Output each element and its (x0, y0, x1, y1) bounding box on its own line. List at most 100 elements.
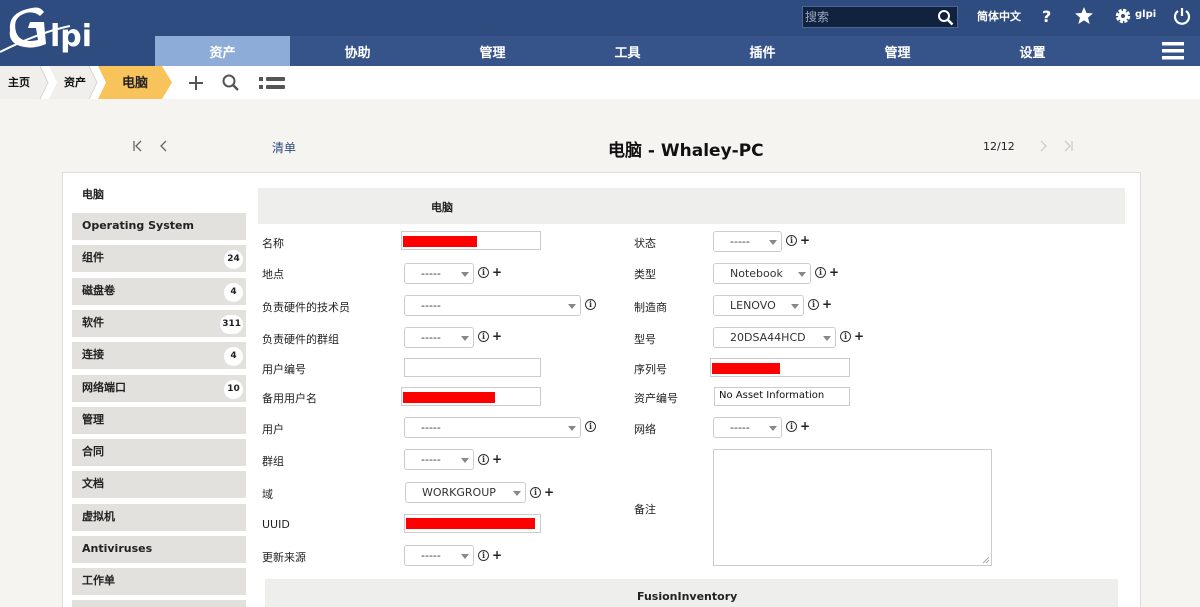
tab-virtual-machines[interactable]: 虚拟机 (72, 504, 246, 531)
add-icon[interactable]: + (544, 486, 554, 498)
chevron-down-icon (568, 426, 576, 431)
info-icon[interactable]: i (786, 235, 797, 246)
tab-label: 文档 (82, 477, 104, 490)
tab-count-badge: 311 (220, 315, 243, 334)
add-icon[interactable]: + (854, 330, 864, 342)
alt-user-field[interactable] (401, 387, 541, 406)
user-select[interactable]: ----- (404, 417, 581, 438)
asset-number-field[interactable]: No Asset Information (714, 387, 850, 406)
tab-label: 连接 (82, 348, 104, 361)
tab-connections[interactable]: 连接 4 (72, 342, 246, 369)
add-icon[interactable]: + (800, 420, 810, 432)
add-icon[interactable] (186, 73, 206, 93)
breadcrumb-home[interactable]: 主页 (8, 66, 30, 99)
menu-assets[interactable]: 资产 (155, 36, 290, 66)
info-icon[interactable]: i (815, 267, 826, 278)
list-link[interactable]: 清单 (272, 139, 296, 156)
menu-tools[interactable]: 工具 (560, 36, 695, 66)
manufacturer-select[interactable]: LENOVO (713, 295, 804, 316)
hamburger-menu-icon[interactable] (1162, 42, 1184, 60)
tech-user-select[interactable]: ----- (404, 295, 581, 316)
menu-setup[interactable]: 设置 (965, 36, 1100, 66)
model-select[interactable]: 20DSA44HCD (713, 327, 836, 348)
tab-software[interactable]: 软件 311 (72, 310, 246, 337)
menu-administration[interactable]: 管理 (830, 36, 965, 66)
manufacturer-label: 制造商 (634, 301, 667, 314)
first-page-icon[interactable] (132, 139, 144, 153)
resize-handle-icon[interactable] (982, 556, 990, 564)
add-icon[interactable]: + (829, 266, 839, 278)
tab-contracts[interactable]: 合同 (72, 439, 246, 466)
info-icon[interactable]: i (808, 299, 819, 310)
previous-page-icon[interactable] (158, 139, 170, 153)
tab-components[interactable]: 组件 24 (72, 245, 246, 272)
domain-label: 域 (262, 488, 273, 501)
tab-operating-system[interactable]: Operating System (72, 213, 246, 240)
info-icon[interactable]: i (478, 267, 489, 278)
gear-icon[interactable] (1113, 6, 1133, 26)
search-input[interactable] (805, 9, 933, 25)
add-icon[interactable]: + (492, 453, 502, 465)
list-icon[interactable] (258, 73, 286, 93)
info-icon[interactable]: i (840, 331, 851, 342)
info-icon[interactable]: i (530, 487, 541, 498)
location-select[interactable]: ----- (404, 263, 474, 284)
info-icon[interactable]: i (478, 331, 489, 342)
tech-user-label: 负责硬件的技术员 (262, 301, 350, 314)
tab-volumes[interactable]: 磁盘卷 4 (72, 278, 246, 305)
select-value: ----- (421, 267, 441, 280)
serial-field[interactable] (710, 358, 850, 377)
add-icon[interactable]: + (492, 549, 502, 561)
chevron-down-icon (461, 458, 469, 463)
user-name[interactable]: glpi (1135, 9, 1156, 20)
language-selector[interactable]: 简体中文 (977, 8, 1021, 24)
tab-more[interactable] (72, 600, 246, 607)
domain-select[interactable]: WORKGROUP (405, 482, 526, 503)
glpi-logo[interactable]: lpi (0, 0, 155, 66)
menu-assistance[interactable]: 协助 (290, 36, 425, 66)
tech-group-select[interactable]: ----- (404, 327, 474, 348)
star-icon[interactable] (1074, 6, 1094, 26)
search-icon[interactable] (221, 73, 241, 93)
network-select[interactable]: ----- (713, 417, 782, 438)
add-icon[interactable]: + (800, 234, 810, 246)
breadcrumb-current[interactable]: 电脑 (98, 66, 173, 99)
tab-antiviruses[interactable]: Antiviruses (72, 536, 246, 563)
user-number-field[interactable] (404, 358, 541, 377)
tab-tickets[interactable]: 工作单 (72, 568, 246, 595)
chevron-down-icon (568, 304, 576, 309)
info-icon[interactable]: i (585, 421, 596, 432)
info-icon[interactable]: i (585, 299, 596, 310)
name-field[interactable] (401, 231, 541, 250)
select-value: ----- (730, 421, 750, 434)
tab-computer[interactable]: 电脑 (72, 182, 246, 209)
field-value: No Asset Information (719, 390, 825, 401)
add-icon[interactable]: + (492, 266, 502, 278)
breadcrumb-assets[interactable]: 资产 (64, 66, 86, 99)
chevron-down-icon (461, 272, 469, 277)
type-select[interactable]: Notebook (713, 263, 811, 284)
comments-textarea[interactable] (713, 449, 992, 566)
tab-management[interactable]: 管理 (72, 407, 246, 434)
info-icon[interactable]: i (478, 454, 489, 465)
add-icon[interactable]: + (492, 330, 502, 342)
user-number-label: 用户编号 (262, 363, 306, 376)
help-icon[interactable]: ? (1037, 6, 1057, 26)
tab-count-badge: 24 (224, 250, 243, 269)
tab-label: 管理 (82, 413, 104, 426)
info-icon[interactable]: i (786, 421, 797, 432)
uuid-field[interactable] (404, 514, 541, 533)
logout-icon[interactable] (1172, 6, 1192, 26)
menu-plugins[interactable]: 插件 (695, 36, 830, 66)
tab-documents[interactable]: 文档 (72, 471, 246, 498)
menu-management[interactable]: 管理 (425, 36, 560, 66)
group-select[interactable]: ----- (404, 449, 474, 470)
tech-group-label: 负责硬件的群组 (262, 333, 339, 346)
update-source-select[interactable]: ----- (404, 545, 474, 566)
section-header: 电脑 (258, 188, 1125, 224)
status-select[interactable]: ----- (713, 231, 782, 252)
info-icon[interactable]: i (478, 550, 489, 561)
search-icon[interactable] (937, 9, 954, 26)
add-icon[interactable]: + (822, 298, 832, 310)
tab-network-ports[interactable]: 网络端口 10 (72, 375, 246, 402)
